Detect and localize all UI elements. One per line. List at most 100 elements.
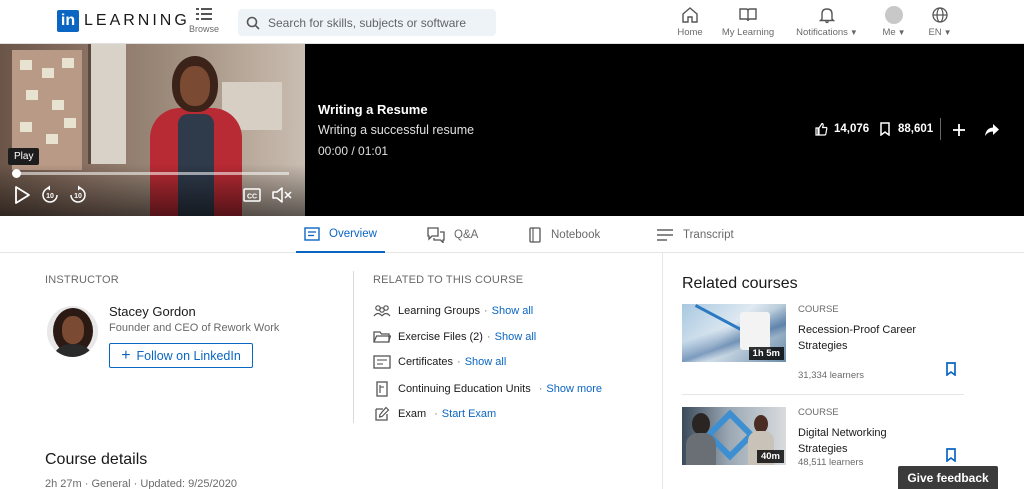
home-icon bbox=[682, 7, 698, 23]
stats-divider bbox=[940, 118, 941, 140]
exam-icon bbox=[375, 406, 390, 421]
course-title[interactable]: Digital Networking Strategies bbox=[798, 425, 938, 457]
related-section-label: RELATED TO THIS COURSE bbox=[373, 274, 524, 286]
video-strip: Play 10 10 CC Writing a Resume Writing a… bbox=[0, 44, 1024, 216]
save-count: 88,601 bbox=[898, 123, 934, 135]
video-player[interactable]: Play 10 10 CC bbox=[0, 44, 305, 216]
video-title: Writing a Resume bbox=[318, 102, 428, 117]
bookmark-icon[interactable] bbox=[945, 362, 957, 376]
video-meta: Writing a Resume Writing a successful re… bbox=[318, 102, 474, 158]
follow-label: Follow on LinkedIn bbox=[136, 348, 241, 363]
related-item-ceu: Continuing Education Units · Show more bbox=[373, 381, 602, 397]
browse-button[interactable]: Browse bbox=[188, 6, 220, 34]
mute-icon[interactable] bbox=[271, 185, 293, 205]
search-input[interactable] bbox=[268, 15, 488, 30]
caret-down-icon: ▼ bbox=[849, 28, 858, 37]
instructor-title: Founder and CEO of Rework Work bbox=[109, 322, 280, 334]
learning-groups-show-all-link[interactable]: Show all bbox=[492, 305, 534, 317]
search-icon bbox=[246, 16, 260, 30]
course-title[interactable]: Recession-Proof Career Strategies bbox=[798, 322, 938, 354]
notebook-icon bbox=[529, 226, 541, 243]
nav-me[interactable]: Me ▼ bbox=[876, 6, 912, 38]
top-nav: in LEARNING Browse Home My Learning Noti… bbox=[0, 0, 1024, 44]
search-box[interactable] bbox=[238, 9, 496, 36]
nav-my-learning[interactable]: My Learning bbox=[720, 6, 776, 38]
course-duration: 40m bbox=[756, 450, 784, 463]
folder-icon bbox=[373, 331, 391, 343]
progress-knob[interactable] bbox=[12, 169, 21, 178]
related-item-exam: Exam · Start Exam bbox=[373, 406, 496, 422]
play-tooltip: Play bbox=[8, 148, 40, 165]
nav-notifications[interactable]: Notifications ▼ bbox=[790, 6, 864, 38]
nav-language[interactable]: EN ▼ bbox=[922, 6, 958, 38]
bookmark-icon bbox=[880, 122, 890, 136]
exercise-files-show-all-link[interactable]: Show all bbox=[495, 331, 537, 343]
course-duration: 1h 5m bbox=[748, 347, 784, 360]
give-feedback-button[interactable]: Give feedback bbox=[898, 466, 998, 489]
groups-icon bbox=[373, 305, 391, 317]
overview-panel: INSTRUCTOR Stacey Gordon Founder and CEO… bbox=[0, 253, 662, 489]
svg-text:10: 10 bbox=[46, 193, 54, 200]
bookmark-icon[interactable] bbox=[945, 448, 957, 462]
video-frame-window bbox=[88, 44, 126, 164]
bell-icon bbox=[818, 8, 836, 24]
related-courses-heading: Related courses bbox=[682, 275, 798, 292]
instructor-avatar[interactable] bbox=[45, 304, 100, 359]
course-thumbnail[interactable]: 1h 5m bbox=[682, 304, 786, 362]
related-item-label: Learning Groups bbox=[398, 305, 480, 317]
related-item-label: Continuing Education Units bbox=[398, 383, 531, 395]
related-course-card[interactable]: 1h 5m COURSE Recession-Proof Career Stra… bbox=[682, 304, 966, 394]
course-kicker: COURSE bbox=[798, 304, 839, 315]
linkedin-learning-logo[interactable]: in LEARNING bbox=[57, 10, 190, 32]
caret-down-icon: ▼ bbox=[897, 28, 906, 37]
course-learners: 31,334 learners bbox=[798, 370, 865, 381]
like-button[interactable]: 14,076 bbox=[814, 122, 869, 136]
tab-transcript-label: Transcript bbox=[683, 228, 734, 241]
related-item-certificates: Certificates · Show all bbox=[373, 355, 506, 369]
course-learners: 48,511 learners bbox=[798, 457, 864, 468]
qa-icon bbox=[427, 226, 445, 243]
add-icon[interactable] bbox=[952, 123, 966, 137]
related-item-label: Exam bbox=[398, 408, 427, 420]
tab-transcript[interactable]: Transcript bbox=[656, 216, 734, 253]
closed-captions-icon[interactable]: CC bbox=[242, 185, 262, 205]
nav-notifications-label: Notifications bbox=[796, 27, 848, 38]
svg-text:CC: CC bbox=[247, 194, 257, 201]
tab-notebook-label: Notebook bbox=[551, 228, 601, 241]
column-divider bbox=[353, 271, 354, 423]
nav-my-learning-label: My Learning bbox=[721, 27, 775, 38]
related-item-label: Exercise Files (2) bbox=[398, 331, 483, 343]
nav-home[interactable]: Home bbox=[674, 6, 706, 38]
course-tabs: Overview Q&A Notebook Transcript bbox=[0, 216, 1024, 253]
browse-label: Browse bbox=[188, 24, 219, 34]
play-icon[interactable] bbox=[12, 185, 32, 205]
tab-qa-label: Q&A bbox=[454, 228, 479, 241]
course-kicker: COURSE bbox=[798, 407, 839, 418]
like-count: 14,076 bbox=[834, 123, 870, 135]
related-courses-panel: Related courses 1h 5m COURSE Recession-P… bbox=[662, 253, 1024, 489]
save-button[interactable]: 88,601 bbox=[879, 122, 933, 136]
ceu-show-more-link[interactable]: Show more bbox=[546, 383, 602, 395]
plus-icon: + bbox=[121, 346, 131, 364]
transcript-icon bbox=[657, 228, 673, 241]
nav-language-label: EN bbox=[928, 27, 942, 38]
course-thumbnail[interactable]: 40m bbox=[682, 407, 786, 465]
instructor-name[interactable]: Stacey Gordon bbox=[109, 304, 196, 319]
course-details-meta: 2h 27m · General · Updated: 9/25/2020 bbox=[45, 478, 238, 489]
share-icon[interactable] bbox=[984, 123, 1000, 137]
user-avatar bbox=[885, 6, 903, 24]
tab-notebook[interactable]: Notebook bbox=[528, 216, 600, 253]
progress-bar[interactable] bbox=[15, 172, 289, 175]
logo-in-box: in bbox=[57, 10, 79, 32]
tab-overview-label: Overview bbox=[329, 227, 377, 240]
globe-icon bbox=[932, 7, 948, 23]
related-item-label: Certificates bbox=[398, 356, 454, 368]
tab-overview[interactable]: Overview bbox=[296, 216, 385, 253]
tab-qa[interactable]: Q&A bbox=[427, 216, 478, 253]
start-exam-link[interactable]: Start Exam bbox=[442, 408, 496, 420]
follow-on-linkedin-button[interactable]: + Follow on LinkedIn bbox=[109, 343, 253, 368]
certificates-show-all-link[interactable]: Show all bbox=[465, 356, 507, 368]
certificate-icon bbox=[373, 355, 391, 369]
forward-10-icon[interactable]: 10 bbox=[68, 185, 88, 205]
rewind-10-icon[interactable]: 10 bbox=[40, 185, 60, 205]
